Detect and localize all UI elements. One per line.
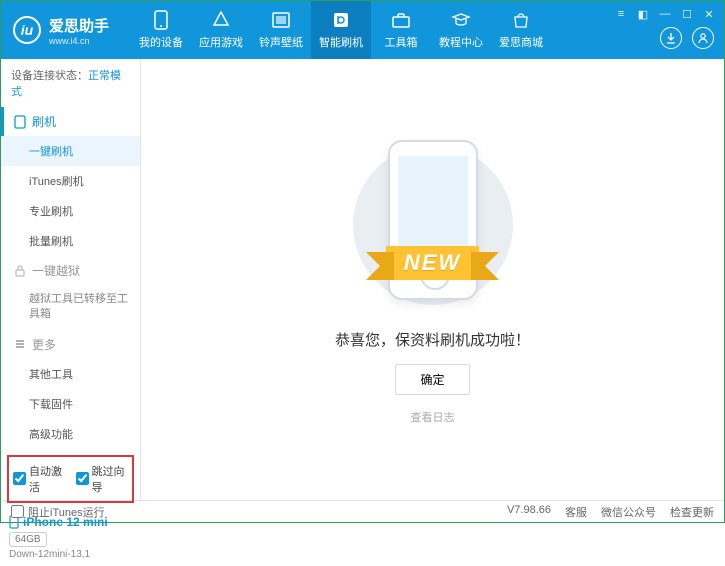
checkbox-label: 阻止iTunes运行 (28, 504, 105, 520)
sidebar-item-itunes[interactable]: iTunes刷机 (1, 166, 140, 196)
sidebar-item-other[interactable]: 其他工具 (1, 359, 140, 389)
update-link[interactable]: 检查更新 (670, 504, 714, 520)
tab-my-device[interactable]: 我的设备 (131, 1, 191, 59)
tab-label: 教程中心 (439, 34, 483, 50)
section-label: 刷机 (32, 113, 56, 130)
section-jailbreak: 一键越狱 (1, 256, 140, 285)
tab-flash[interactable]: 智能刷机 (311, 1, 371, 59)
phone-icon (151, 10, 171, 30)
skin-icon[interactable]: ◧ (636, 7, 650, 21)
section-more[interactable]: 更多 (1, 330, 140, 359)
sidebar-item-oneclick[interactable]: 一键刷机 (1, 136, 140, 166)
connection-status: 设备连接状态：正常模式 (1, 59, 140, 107)
tab-toolbox[interactable]: 工具箱 (371, 1, 431, 59)
jailbreak-note: 越狱工具已转移至工具箱 (1, 285, 140, 330)
tab-ringtones[interactable]: 铃声壁纸 (251, 1, 311, 59)
menu-icon[interactable]: ≡ (614, 7, 628, 21)
version-label: V7.98.66 (507, 504, 551, 520)
skip-setup-checkbox[interactable]: 跳过向导 (76, 463, 129, 495)
sidebar-item-batch[interactable]: 批量刷机 (1, 226, 140, 256)
tab-label: 工具箱 (385, 34, 418, 50)
minimize-icon[interactable]: — (658, 7, 672, 21)
success-message: 恭喜您，保资料刷机成功啦！ (335, 329, 530, 350)
checkbox-label: 跳过向导 (92, 463, 129, 495)
section-label: 更多 (32, 336, 56, 353)
tab-label: 铃声壁纸 (259, 34, 303, 50)
store-icon (511, 10, 531, 30)
toolbox-icon (391, 10, 411, 30)
phone-small-icon (14, 115, 26, 129)
tab-apps[interactable]: 应用游戏 (191, 1, 251, 59)
logo-area: iu 爱思助手 www.i4.cn (1, 15, 121, 46)
section-label: 一键越狱 (32, 262, 80, 279)
auto-activate-checkbox[interactable]: 自动激活 (13, 463, 66, 495)
main-content: NEW 恭喜您，保资料刷机成功啦！ 确定 查看日志 (141, 59, 724, 500)
wallpaper-icon (271, 10, 291, 30)
sidebar-item-pro[interactable]: 专业刷机 (1, 196, 140, 226)
nav-tabs: 我的设备 应用游戏 铃声壁纸 智能刷机 工具箱 教程中心 爱思商城 (131, 1, 551, 59)
sidebar-item-advanced[interactable]: 高级功能 (1, 419, 140, 449)
success-illustration: NEW (343, 135, 523, 315)
app-title: 爱思助手 (49, 15, 109, 36)
app-url: www.i4.cn (49, 36, 109, 46)
window-controls: ≡ ◧ — ☐ ✕ (614, 7, 716, 21)
service-link[interactable]: 客服 (565, 504, 587, 520)
list-icon (14, 338, 26, 350)
maximize-icon[interactable]: ☐ (680, 7, 694, 21)
conn-label: 设备连接状态： (11, 70, 88, 82)
block-itunes-checkbox[interactable]: 阻止iTunes运行 (11, 504, 105, 520)
close-icon[interactable]: ✕ (702, 7, 716, 21)
download-icon[interactable] (660, 27, 682, 49)
new-ribbon: NEW (386, 246, 479, 280)
tab-label: 爱思商城 (499, 34, 543, 50)
checkbox-label: 自动激活 (29, 463, 66, 495)
tab-tutorial[interactable]: 教程中心 (431, 1, 491, 59)
lock-icon (14, 265, 26, 277)
device-model: Down-12mini-13,1 (9, 549, 132, 560)
apps-icon (211, 10, 231, 30)
tab-store[interactable]: 爱思商城 (491, 1, 551, 59)
tutorial-icon (451, 10, 471, 30)
logo-icon: iu (13, 16, 41, 44)
app-header: iu 爱思助手 www.i4.cn 我的设备 应用游戏 铃声壁纸 智能刷机 工具… (1, 1, 724, 59)
header-actions (660, 27, 714, 49)
options-row: 自动激活 跳过向导 (7, 455, 134, 503)
section-flash[interactable]: 刷机 (1, 107, 140, 136)
view-log-link[interactable]: 查看日志 (411, 409, 455, 425)
flash-icon (331, 10, 351, 30)
sidebar: 设备连接状态：正常模式 刷机 一键刷机 iTunes刷机 专业刷机 批量刷机 一… (1, 59, 141, 500)
wechat-link[interactable]: 微信公众号 (601, 504, 656, 520)
tab-label: 智能刷机 (319, 34, 363, 50)
storage-badge: 64GB (9, 532, 47, 547)
ok-button[interactable]: 确定 (395, 364, 469, 395)
user-icon[interactable] (692, 27, 714, 49)
tab-label: 我的设备 (139, 34, 183, 50)
sidebar-item-firmware[interactable]: 下载固件 (1, 389, 140, 419)
tab-label: 应用游戏 (199, 34, 243, 50)
